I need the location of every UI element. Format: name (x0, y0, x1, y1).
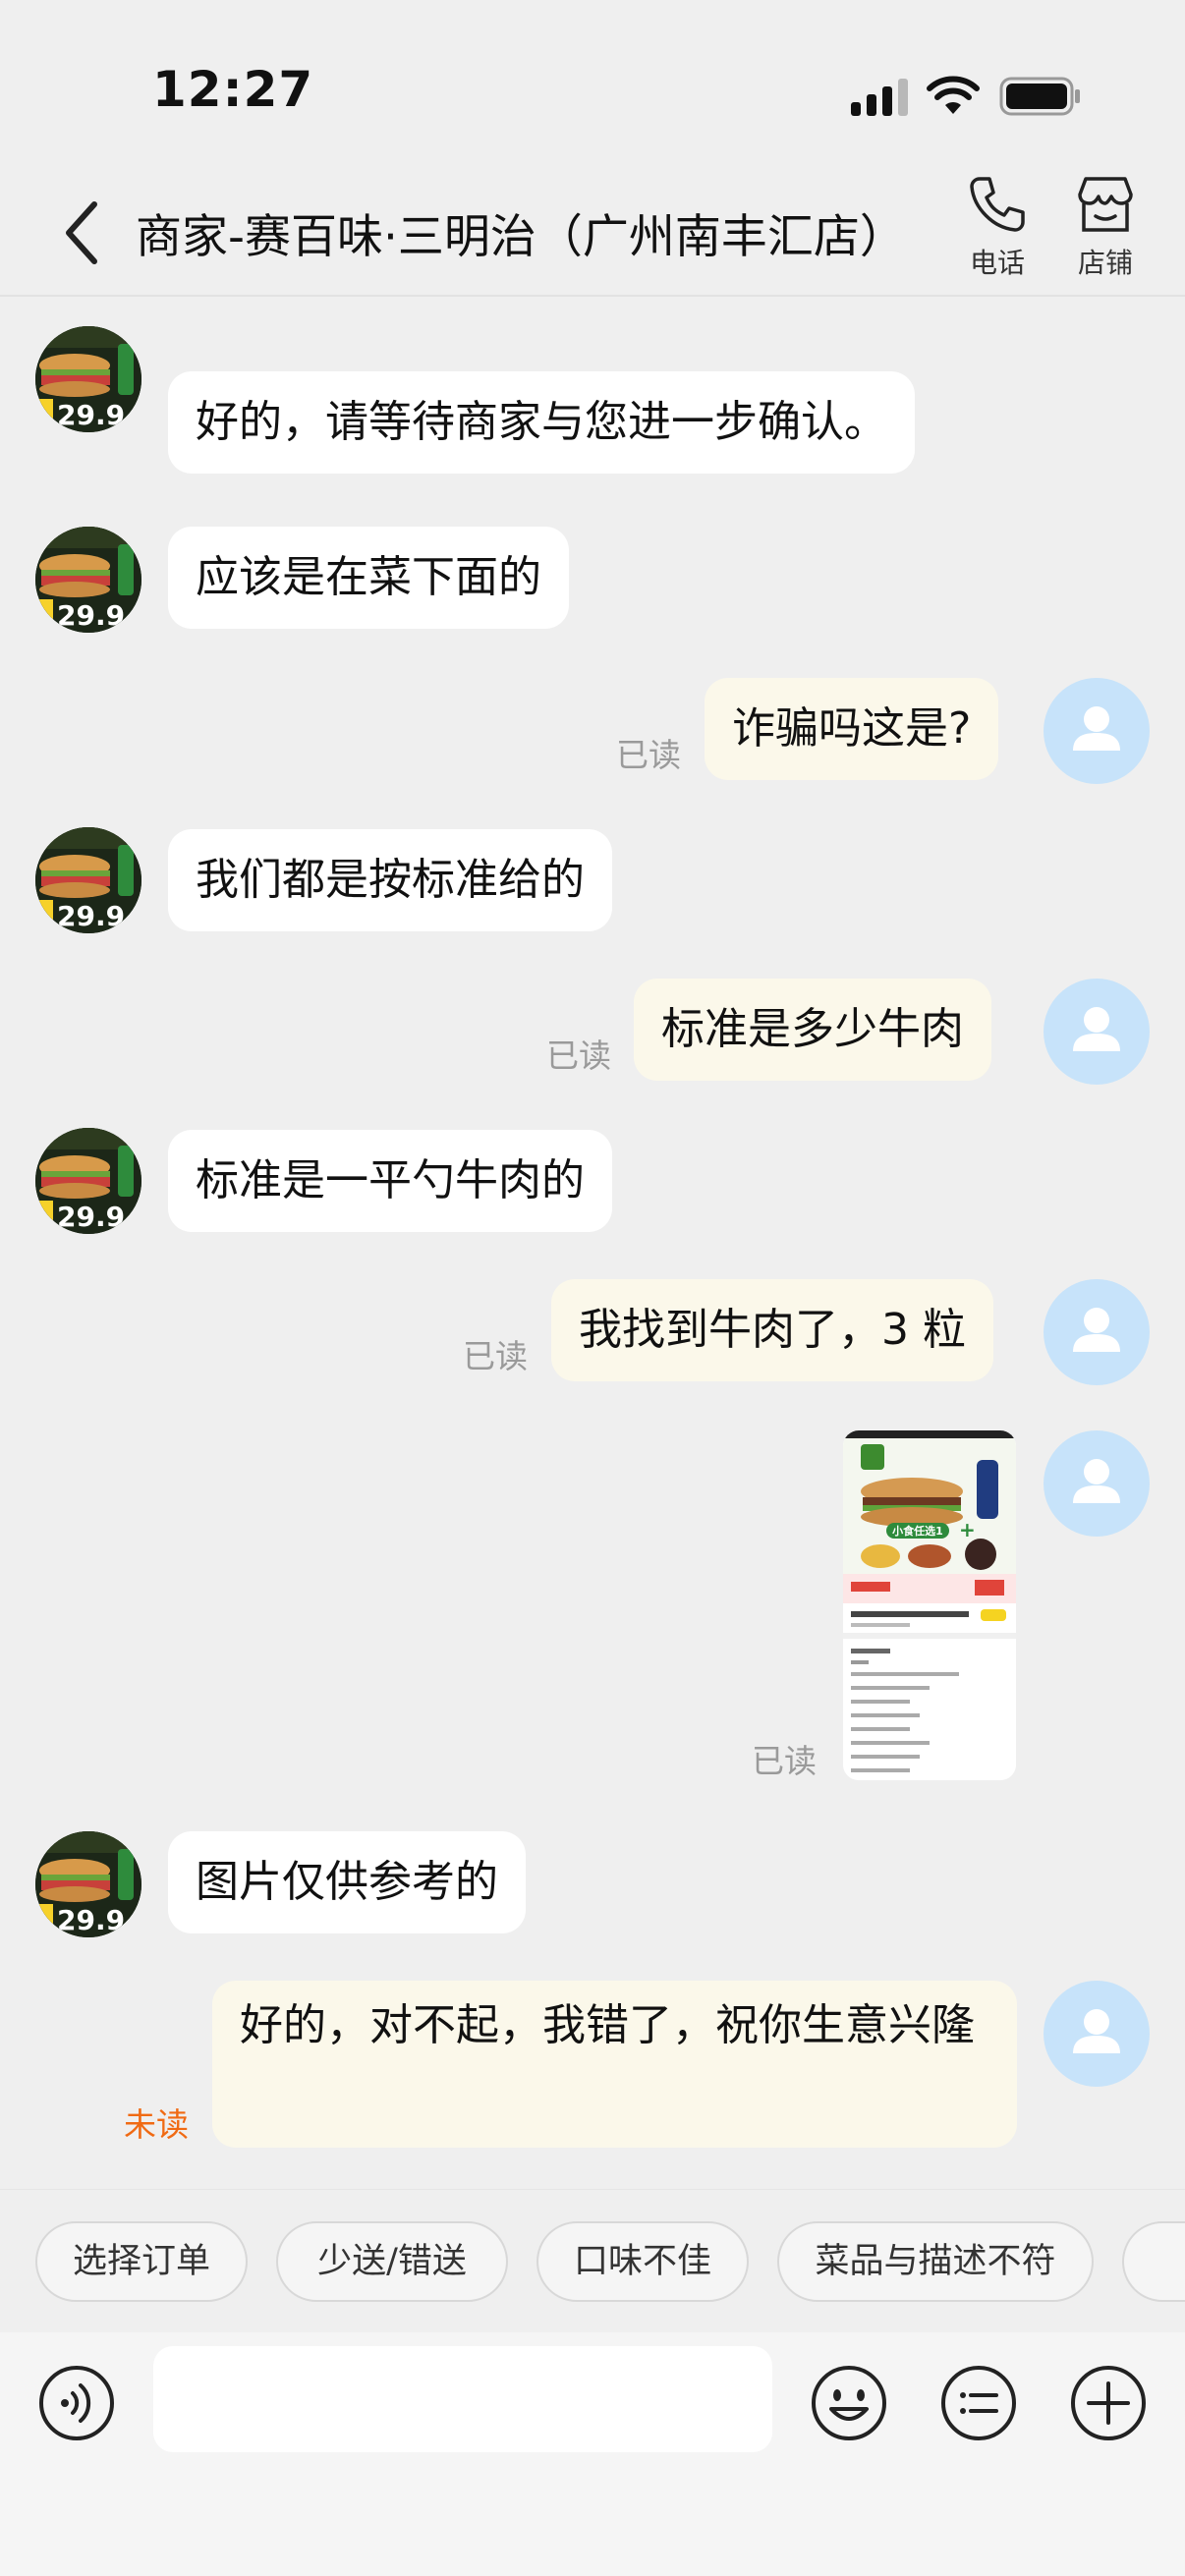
message-input[interactable] (153, 2346, 772, 2452)
svg-text:29.9: 29.9 (57, 399, 125, 431)
message-bubble-me[interactable]: 标准是多少牛肉 (634, 979, 991, 1081)
shop-avatar[interactable]: 29.9 (35, 1128, 141, 1234)
menu-screenshot-image: 小食任选1 + (843, 1430, 1016, 1780)
read-status: 已读 (463, 1337, 528, 1375)
sandwich-logo-icon: 29.9 (35, 326, 141, 432)
read-status: 已读 (616, 736, 681, 774)
shop-avatar[interactable]: 29.9 (35, 1831, 141, 1937)
shop-avatar[interactable]: 29.9 (35, 326, 141, 432)
message-bubble-shop[interactable]: 应该是在菜下面的 (168, 527, 569, 629)
phone-icon (970, 177, 1025, 232)
sandwich-logo-icon: 29.9 (35, 1831, 141, 1937)
list-button[interactable] (939, 2364, 1018, 2442)
store-label: 店铺 (1077, 247, 1133, 279)
quick-reply-bad-taste[interactable]: 口味不佳 (536, 2221, 749, 2302)
signal-icon (851, 79, 910, 116)
message-bubble-shop[interactable]: 标准是一平勺牛肉的 (168, 1130, 612, 1232)
person-icon (1073, 706, 1120, 751)
voice-button[interactable] (37, 2364, 116, 2442)
svg-text:+: + (959, 1518, 976, 1541)
quick-reply-not-as-described[interactable]: 菜品与描述不符 (777, 2221, 1094, 2302)
message-bubble-shop[interactable]: 我们都是按标准给的 (168, 829, 612, 931)
chat-title: 商家-赛百味·三明治（广州南丰汇店） (136, 210, 906, 264)
person-icon (1073, 2009, 1120, 2053)
plus-button[interactable] (1069, 2364, 1148, 2442)
quick-reply-missing-wrong[interactable]: 少送/错送 (276, 2221, 508, 2302)
status-bar: 12:27 (0, 0, 1185, 167)
quick-reply-bar: 选择订单 少送/错送 口味不佳 菜品与描述不符 (0, 2189, 1185, 2332)
phone-label: 电话 (969, 247, 1025, 279)
store-icon (1078, 177, 1133, 232)
input-bar (0, 2332, 1185, 2576)
user-avatar[interactable] (1044, 979, 1150, 1085)
sandwich-logo-icon: 29.9 (35, 1128, 141, 1234)
user-avatar[interactable] (1044, 1981, 1150, 2087)
unread-status: 未读 (124, 2105, 189, 2144)
read-status: 已读 (752, 1742, 817, 1780)
sandwich-logo-icon: 29.9 (35, 827, 141, 933)
shop-avatar[interactable]: 29.9 (35, 827, 141, 933)
emoji-button[interactable] (810, 2364, 888, 2442)
battery-icon (999, 77, 1080, 116)
svg-text:29.9: 29.9 (57, 1904, 125, 1936)
chat-header: 商家-赛百味·三明治（广州南丰汇店） 电话 店铺 (0, 167, 1185, 297)
svg-text:29.9: 29.9 (57, 1201, 125, 1233)
svg-text:29.9: 29.9 (57, 599, 125, 632)
status-time: 12:27 (152, 61, 314, 118)
store-button[interactable]: 店铺 (1051, 173, 1159, 291)
message-bubble-shop[interactable]: 好的，请等待商家与您进一步确认。 (168, 371, 915, 474)
message-bubble-me[interactable]: 我找到牛肉了，3 粒 (551, 1279, 993, 1381)
phone-button[interactable]: 电话 (943, 173, 1051, 291)
message-bubble-shop[interactable]: 图片仅供参考的 (168, 1831, 526, 1933)
read-status: 已读 (546, 1036, 611, 1075)
message-bubble-me[interactable]: 好的，对不起，我错了，祝你生意兴隆 (212, 1981, 1017, 2148)
shop-avatar[interactable]: 29.9 (35, 527, 141, 633)
message-bubble-me[interactable]: 诈骗吗这是? (705, 678, 999, 780)
sandwich-logo-icon: 29.9 (35, 527, 141, 633)
user-avatar[interactable] (1044, 678, 1150, 784)
person-icon (1073, 1308, 1120, 1352)
person-icon (1073, 1007, 1120, 1051)
wifi-icon (927, 76, 980, 114)
user-avatar[interactable] (1044, 1279, 1150, 1385)
quick-reply-more[interactable] (1122, 2221, 1185, 2302)
person-icon (1073, 1459, 1120, 1503)
back-button[interactable] (55, 196, 108, 269)
svg-text:29.9: 29.9 (57, 900, 125, 932)
quick-reply-select-order[interactable]: 选择订单 (35, 2221, 248, 2302)
image-message[interactable]: 小食任选1 + (843, 1430, 1016, 1780)
user-avatar[interactable] (1044, 1430, 1150, 1537)
svg-text:小食任选1: 小食任选1 (891, 1524, 943, 1538)
